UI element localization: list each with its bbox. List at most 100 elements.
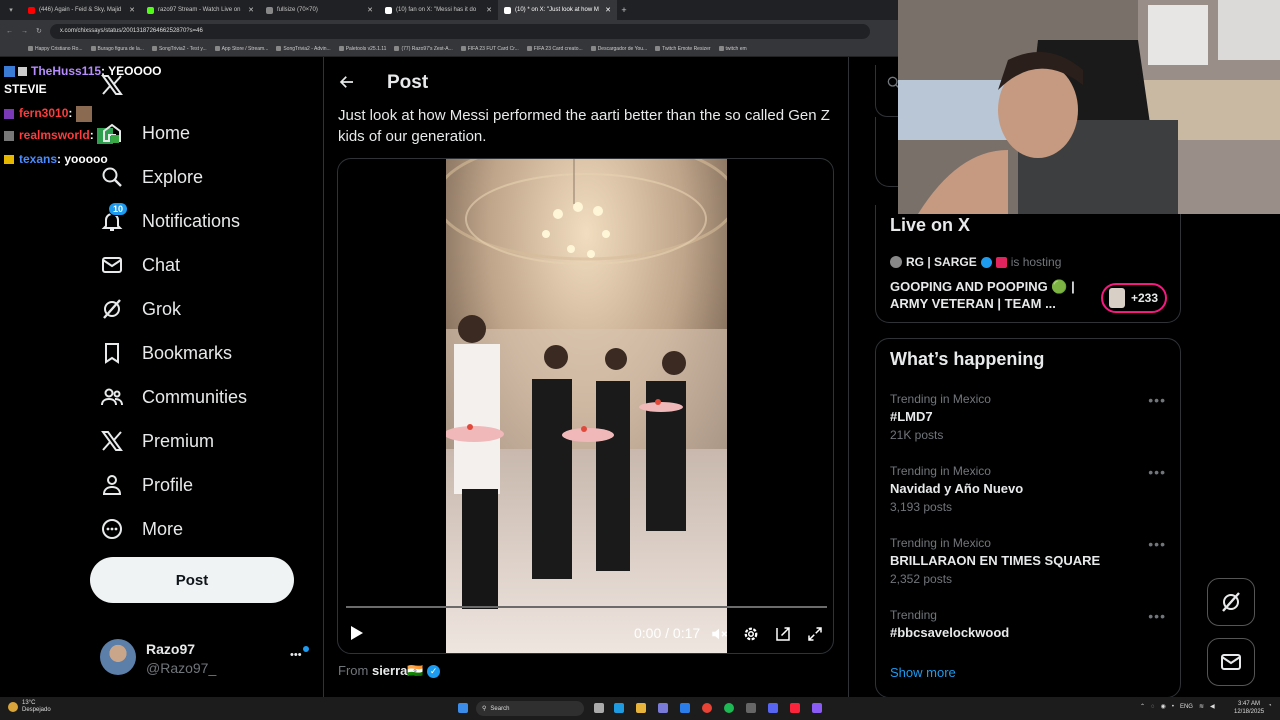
divider bbox=[323, 57, 324, 697]
task-view-icon[interactable] bbox=[594, 703, 604, 713]
bookmark-item[interactable]: App Store / Stream... bbox=[215, 46, 269, 52]
spotify-icon[interactable] bbox=[724, 703, 734, 713]
close-icon[interactable]: ✕ bbox=[605, 6, 611, 14]
chrome-icon[interactable] bbox=[702, 703, 712, 713]
clock[interactable]: 3:47 AM 12/18/2025 bbox=[1234, 700, 1264, 716]
wifi-icon[interactable]: ≋ bbox=[1199, 703, 1204, 710]
new-tab-button[interactable]: + bbox=[617, 5, 631, 15]
nav-grok[interactable]: Grok bbox=[100, 295, 181, 323]
bookmark-item[interactable]: Descargador de You... bbox=[591, 46, 647, 52]
x-logo-icon[interactable] bbox=[100, 73, 126, 99]
x-logo-icon bbox=[385, 6, 392, 14]
play-icon[interactable] bbox=[350, 625, 364, 646]
attribution-user[interactable]: sierra🇮🇳 bbox=[372, 663, 424, 678]
trend-more-icon[interactable]: ••• bbox=[1148, 608, 1166, 624]
bookmark-item[interactable]: FIFA 23 Card creato... bbox=[527, 46, 583, 52]
reload-icon[interactable]: ↻ bbox=[36, 27, 42, 35]
whats-happening-card: What’s happening Trending in Mexico #LMD… bbox=[875, 338, 1181, 698]
trend-more-icon[interactable]: ••• bbox=[1148, 392, 1166, 408]
video-player[interactable]: 0:00 / 0:17 bbox=[337, 158, 834, 654]
trend-item[interactable]: Trending in Mexico BRILLARAON EN TIMES S… bbox=[876, 533, 1180, 591]
trend-more-icon[interactable]: ••• bbox=[1148, 536, 1166, 552]
edge-icon[interactable] bbox=[614, 703, 624, 713]
close-icon[interactable]: ✕ bbox=[486, 6, 492, 14]
grok-fab[interactable] bbox=[1207, 578, 1255, 626]
nav-more[interactable]: More bbox=[100, 515, 183, 543]
url-input[interactable]: x.com/chixssays/status/20013187264662528… bbox=[49, 23, 870, 39]
bookmark-item[interactable]: twitch em bbox=[719, 46, 747, 52]
fullscreen-icon[interactable] bbox=[806, 625, 824, 648]
trend-more-icon[interactable]: ••• bbox=[1148, 464, 1166, 480]
tray-app-icon[interactable]: ◌ bbox=[1151, 704, 1155, 710]
file-explorer-icon[interactable] bbox=[636, 703, 646, 713]
mail-icon bbox=[1221, 654, 1241, 670]
forward-icon[interactable]: → bbox=[21, 28, 28, 35]
bookmark-item[interactable]: FIFA 23 FUT Card Cr... bbox=[461, 46, 519, 52]
messages-fab[interactable] bbox=[1207, 638, 1255, 686]
close-icon[interactable]: ✕ bbox=[367, 6, 373, 14]
browser-tab[interactable]: fullsize (70×70) ✕ bbox=[260, 0, 379, 20]
bookmark-item[interactable]: (77) Razo97's Zest-A... bbox=[394, 46, 452, 52]
music-icon[interactable] bbox=[790, 703, 800, 713]
nav-home[interactable]: Home bbox=[100, 119, 190, 147]
divider bbox=[848, 57, 849, 697]
post-text: Just look at how Messi performed the aar… bbox=[338, 107, 830, 145]
store-icon[interactable] bbox=[658, 703, 668, 713]
verified-badge-icon: ✓ bbox=[427, 665, 441, 679]
nav-profile[interactable]: Profile bbox=[100, 471, 193, 499]
start-icon[interactable] bbox=[458, 703, 468, 713]
browser-tab-active[interactable]: (10) * on X: "Just look at how M ✕ bbox=[498, 0, 617, 20]
video-progress-track[interactable] bbox=[346, 606, 827, 608]
bookmark-item[interactable]: Twitch Emote Resizer bbox=[655, 46, 710, 52]
notification-bell-icon[interactable]: ◔ bbox=[1268, 703, 1272, 709]
account-more-icon[interactable]: ••• bbox=[290, 649, 302, 661]
nav-notifications[interactable]: 10 Notifications bbox=[100, 202, 240, 235]
back-arrow-icon[interactable] bbox=[338, 73, 356, 96]
browser-tab[interactable]: razo97 Stream - Watch Live on ✕ bbox=[141, 0, 260, 20]
post-button[interactable]: Post bbox=[90, 557, 294, 603]
discord-icon[interactable] bbox=[768, 703, 778, 713]
live-stream-title[interactable]: GOOPING AND POOPING 🟢 | ARMY VETERAN | T… bbox=[890, 278, 1090, 312]
chevron-up-icon[interactable]: ⌃ bbox=[1140, 703, 1145, 710]
trend-item[interactable]: Trending #bbcsavelockwood ••• bbox=[876, 605, 1180, 645]
browser-tab[interactable]: (446) Again - Feid & Sky, Majid ✕ bbox=[22, 0, 141, 20]
picture-in-picture-icon[interactable] bbox=[774, 625, 792, 648]
chat-badge-icon bbox=[18, 67, 27, 77]
weather-widget[interactable]: 13°C Despejado bbox=[8, 700, 51, 714]
mail-app-icon[interactable] bbox=[680, 703, 690, 713]
browser-tab[interactable]: (10) fan on X: "Messi has it do ✕ bbox=[379, 0, 498, 20]
microphone-icon[interactable]: • bbox=[1172, 704, 1174, 710]
close-icon[interactable]: ✕ bbox=[248, 6, 254, 14]
volume-icon[interactable]: ◀ bbox=[1210, 703, 1215, 710]
nav-bookmarks[interactable]: Bookmarks bbox=[100, 339, 232, 367]
obs-icon[interactable] bbox=[746, 703, 756, 713]
x-logo-icon bbox=[101, 431, 123, 451]
live-listeners-pill[interactable]: +233 bbox=[1101, 283, 1167, 313]
settings-icon[interactable] bbox=[742, 625, 760, 648]
bookmark-item[interactable]: Burago figura de la... bbox=[91, 46, 144, 52]
nav-communities[interactable]: Communities bbox=[100, 383, 247, 411]
language-indicator[interactable]: ENG bbox=[1180, 704, 1193, 710]
nav-chat[interactable]: Chat bbox=[100, 251, 180, 279]
nav-premium[interactable]: Premium bbox=[100, 427, 214, 455]
app-icon[interactable] bbox=[812, 703, 822, 713]
tab-menu-icon[interactable]: ▾ bbox=[0, 6, 22, 14]
kick-icon bbox=[147, 6, 154, 14]
show-more-link[interactable]: Show more bbox=[890, 665, 956, 680]
account-switcher[interactable]: Razo97 @Razo97_ ••• bbox=[100, 639, 312, 679]
close-icon[interactable]: ✕ bbox=[129, 6, 135, 14]
trend-item[interactable]: Trending in Mexico Navidad y Año Nuevo 3… bbox=[876, 461, 1180, 519]
bookmark-item[interactable]: Paletools v25.1.11 bbox=[339, 46, 387, 52]
video-time: 0:00 / 0:17 bbox=[634, 625, 701, 641]
live-host[interactable]: RG | SARGE is hosting bbox=[890, 255, 1061, 269]
bookmark-item[interactable]: Happy Cristiano Ro... bbox=[28, 46, 83, 52]
bookmark-item[interactable]: SongTrivia2 - Advin... bbox=[276, 46, 330, 52]
nav-explore[interactable]: Explore bbox=[100, 163, 203, 191]
mute-icon[interactable] bbox=[710, 625, 728, 648]
taskbar-search[interactable]: ⚲ Search bbox=[476, 701, 584, 716]
back-icon[interactable]: ← bbox=[6, 28, 13, 35]
bookmark-icon bbox=[105, 343, 119, 364]
tray-app-icon[interactable]: ◉ bbox=[1161, 703, 1166, 710]
bookmark-item[interactable]: SongTrivia2 - Test y... bbox=[152, 46, 207, 52]
trend-item[interactable]: Trending in Mexico #LMD7 21K posts ••• bbox=[876, 389, 1180, 447]
